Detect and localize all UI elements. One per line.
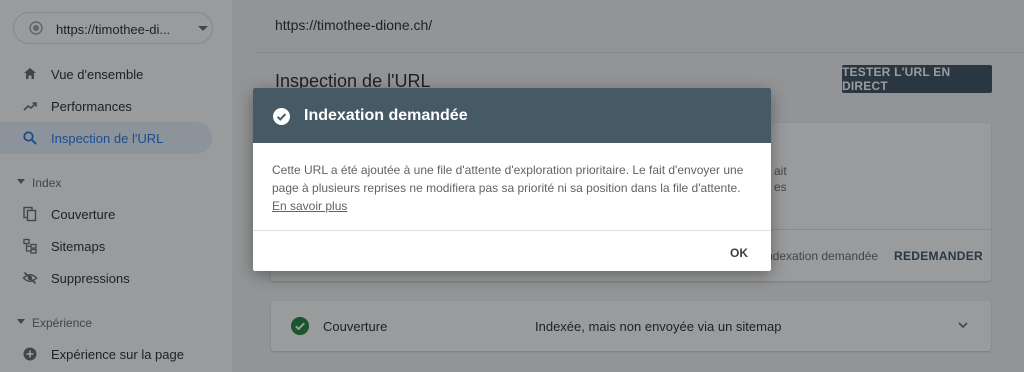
dialog-message: Cette URL a été ajoutée à une file d'att…	[272, 163, 744, 195]
learn-more-link[interactable]: En savoir plus	[272, 197, 752, 215]
dialog-title: Indexation demandée	[304, 107, 468, 124]
check-circle-icon	[273, 108, 290, 125]
dialog-body: Cette URL a été ajoutée à une file d'att…	[272, 161, 752, 215]
indexing-requested-dialog: Indexation demandée Cette URL a été ajou…	[253, 88, 771, 271]
ok-button[interactable]: OK	[723, 242, 755, 264]
dialog-header: Indexation demandée	[253, 88, 771, 143]
divider	[253, 230, 771, 231]
